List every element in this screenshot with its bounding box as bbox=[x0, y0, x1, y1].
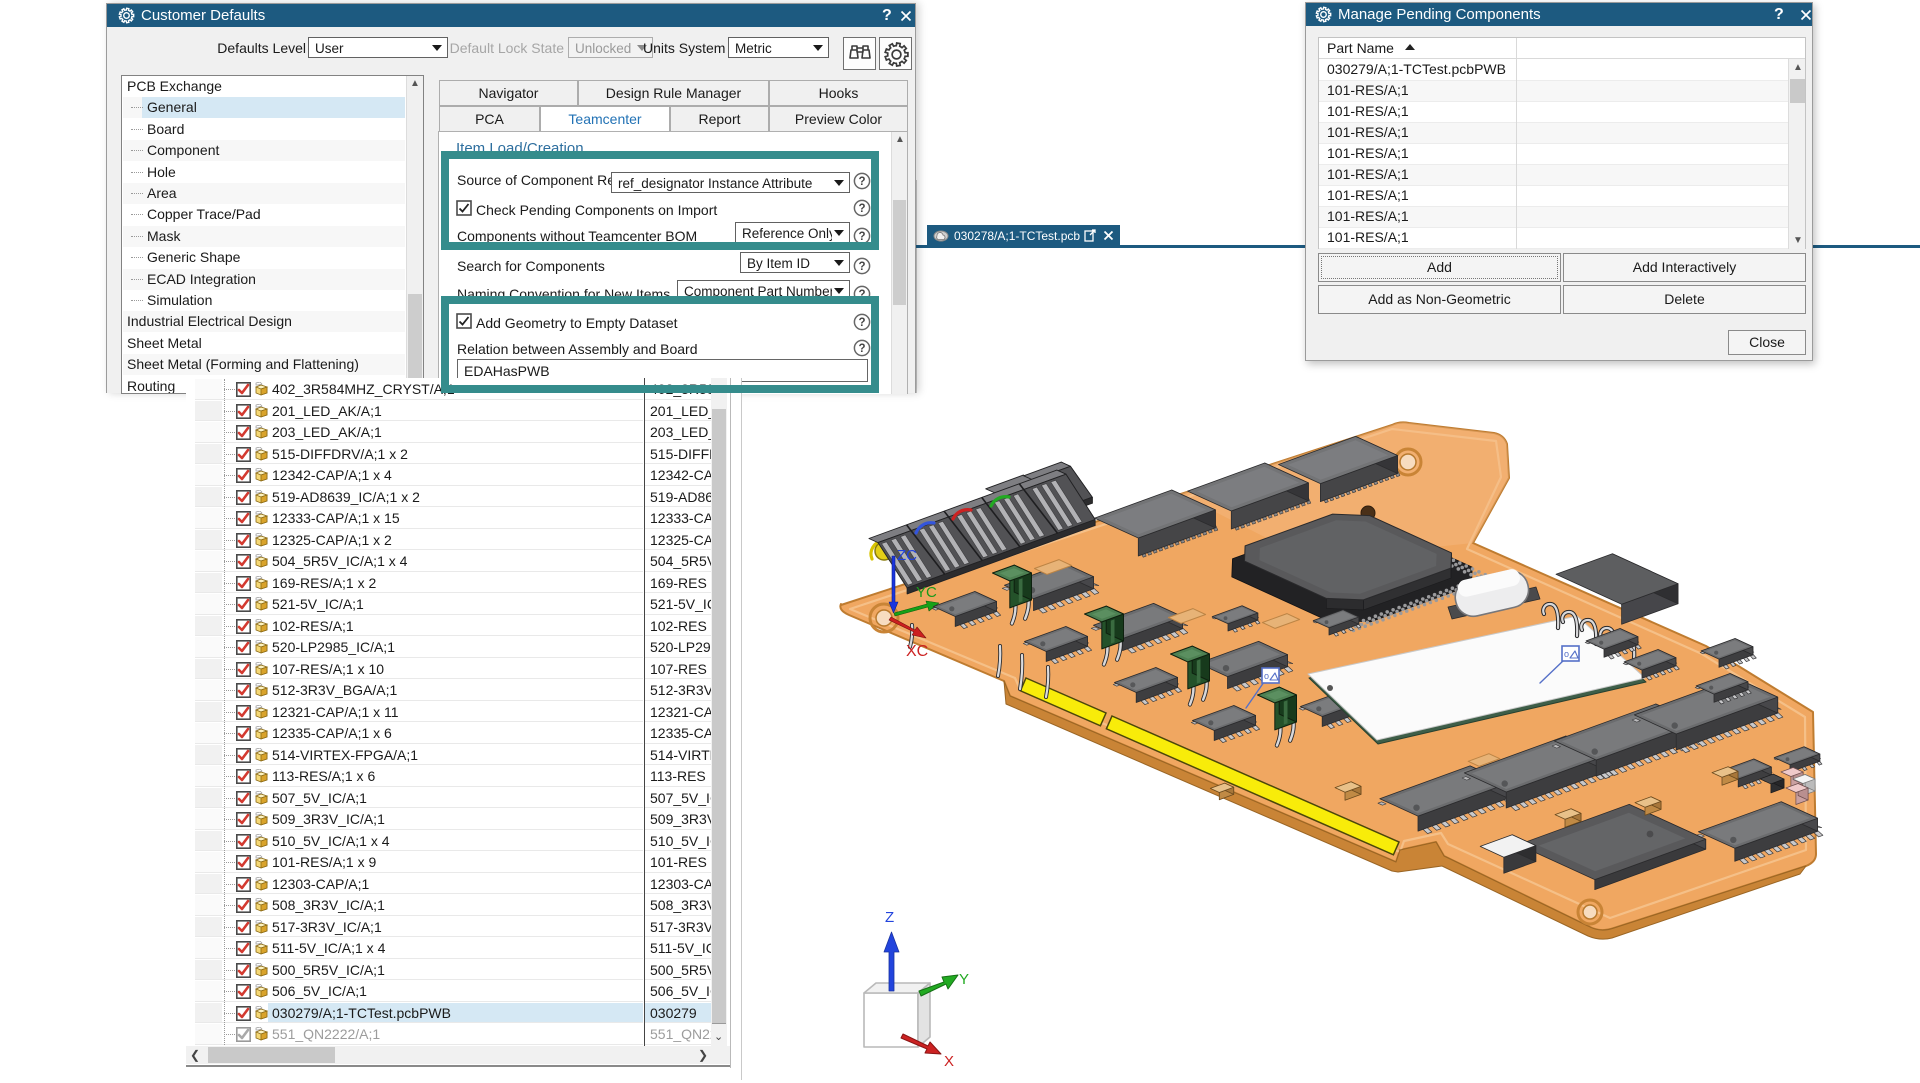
svg-text:Y: Y bbox=[959, 971, 969, 988]
svg-text:?: ? bbox=[858, 261, 865, 273]
svg-text:Z: Z bbox=[885, 909, 894, 926]
svg-text:XC: XC bbox=[906, 643, 928, 660]
svg-text:X: X bbox=[944, 1053, 954, 1070]
svg-text:o: o bbox=[1264, 671, 1269, 681]
svg-text:ZC: ZC bbox=[897, 547, 917, 564]
svg-text:YC: YC bbox=[916, 584, 937, 601]
svg-text:o: o bbox=[1564, 649, 1569, 659]
